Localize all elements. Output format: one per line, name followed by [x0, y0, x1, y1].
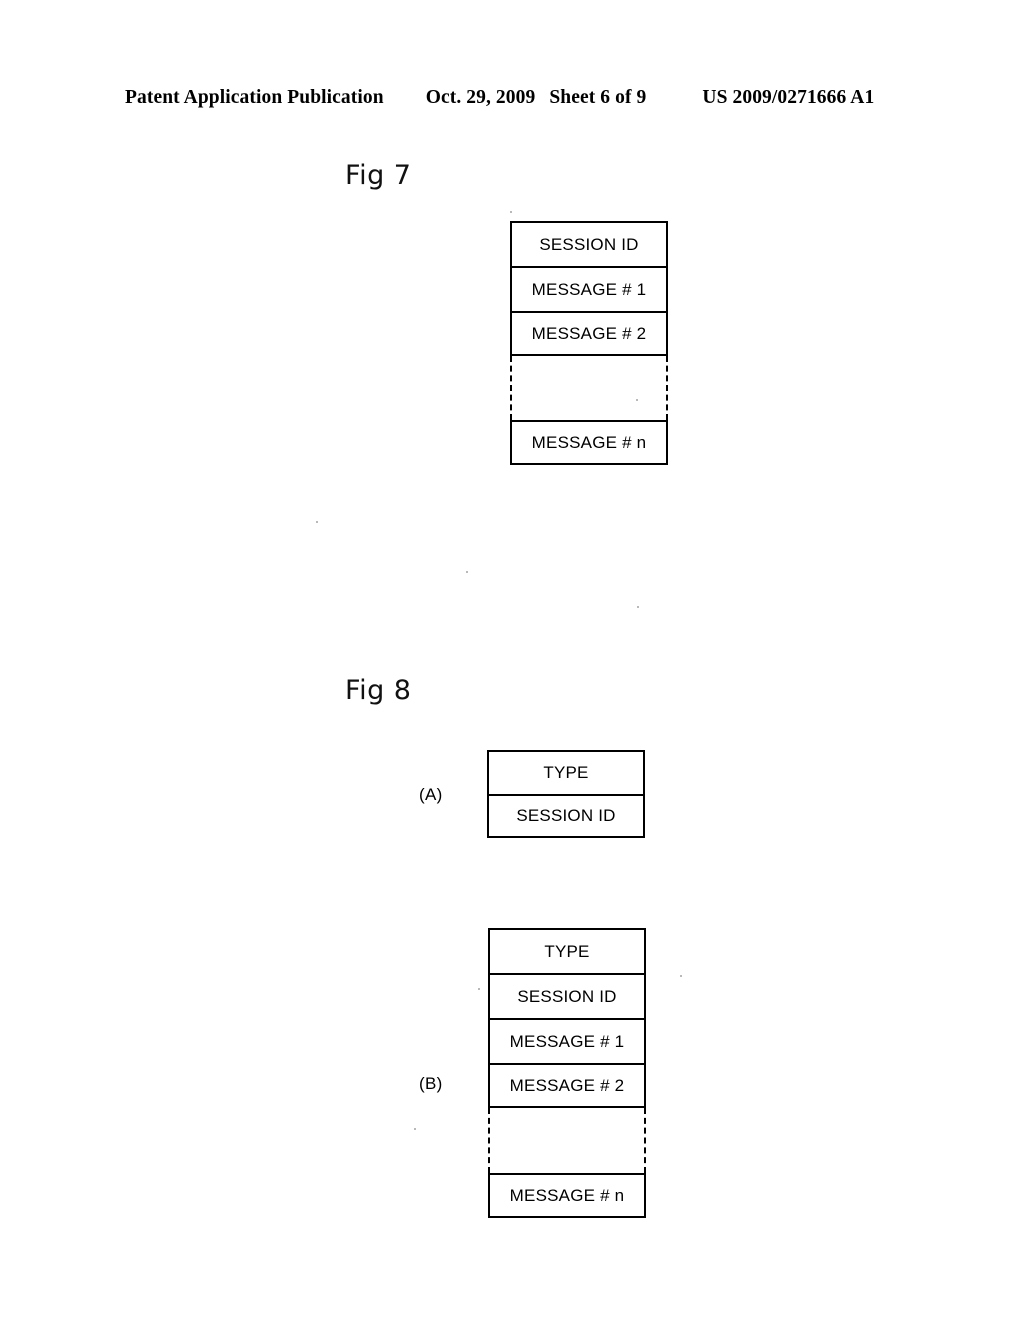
table-row: TYPE [488, 928, 646, 973]
table-row: TYPE [487, 750, 645, 794]
table-row: SESSION ID [510, 221, 668, 266]
scan-speckle [637, 606, 639, 608]
figure-7-title: Fig 7 [345, 160, 412, 191]
table-row: SESSION ID [487, 794, 645, 838]
scan-speckle [466, 571, 468, 573]
header-sheet-number: Sheet 6 of 9 [549, 87, 647, 108]
table-row: MESSAGE # 2 [488, 1063, 646, 1108]
table-row: MESSAGE # 1 [488, 1018, 646, 1063]
figure-8-part-b-label: (B) [419, 1074, 443, 1093]
header-publication-title: Patent Application Publication [125, 87, 384, 108]
figure-8-title: Fig 8 [345, 675, 412, 706]
table-row: SESSION ID [488, 973, 646, 1018]
table-row: MESSAGE # 1 [510, 266, 668, 311]
table-row: MESSAGE # n [488, 1173, 646, 1218]
scan-speckle [510, 211, 512, 213]
figure-8-part-b-packet-structure: TYPE SESSION ID MESSAGE # 1 MESSAGE # 2 … [488, 928, 646, 1218]
table-continuation-gap [510, 356, 668, 420]
scan-speckle [414, 1128, 416, 1130]
scan-speckle [636, 399, 638, 401]
scan-speckle [478, 988, 480, 990]
header-publication-date: Oct. 29, 2009 [425, 87, 536, 108]
table-row: MESSAGE # 2 [510, 311, 668, 356]
scan-speckle [316, 521, 318, 523]
table-row: MESSAGE # n [510, 420, 668, 465]
figure-8-part-a-packet-structure: TYPE SESSION ID [487, 750, 645, 838]
patent-header: Patent Application Publication Oct. 29, … [125, 87, 900, 113]
scan-speckle [680, 975, 682, 977]
figure-8-part-a-label: (A) [419, 785, 443, 804]
figure-7-message-structure: SESSION ID MESSAGE # 1 MESSAGE # 2 MESSA… [510, 221, 668, 465]
header-patent-number: US 2009/0271666 A1 [702, 87, 875, 108]
table-continuation-gap [488, 1108, 646, 1173]
